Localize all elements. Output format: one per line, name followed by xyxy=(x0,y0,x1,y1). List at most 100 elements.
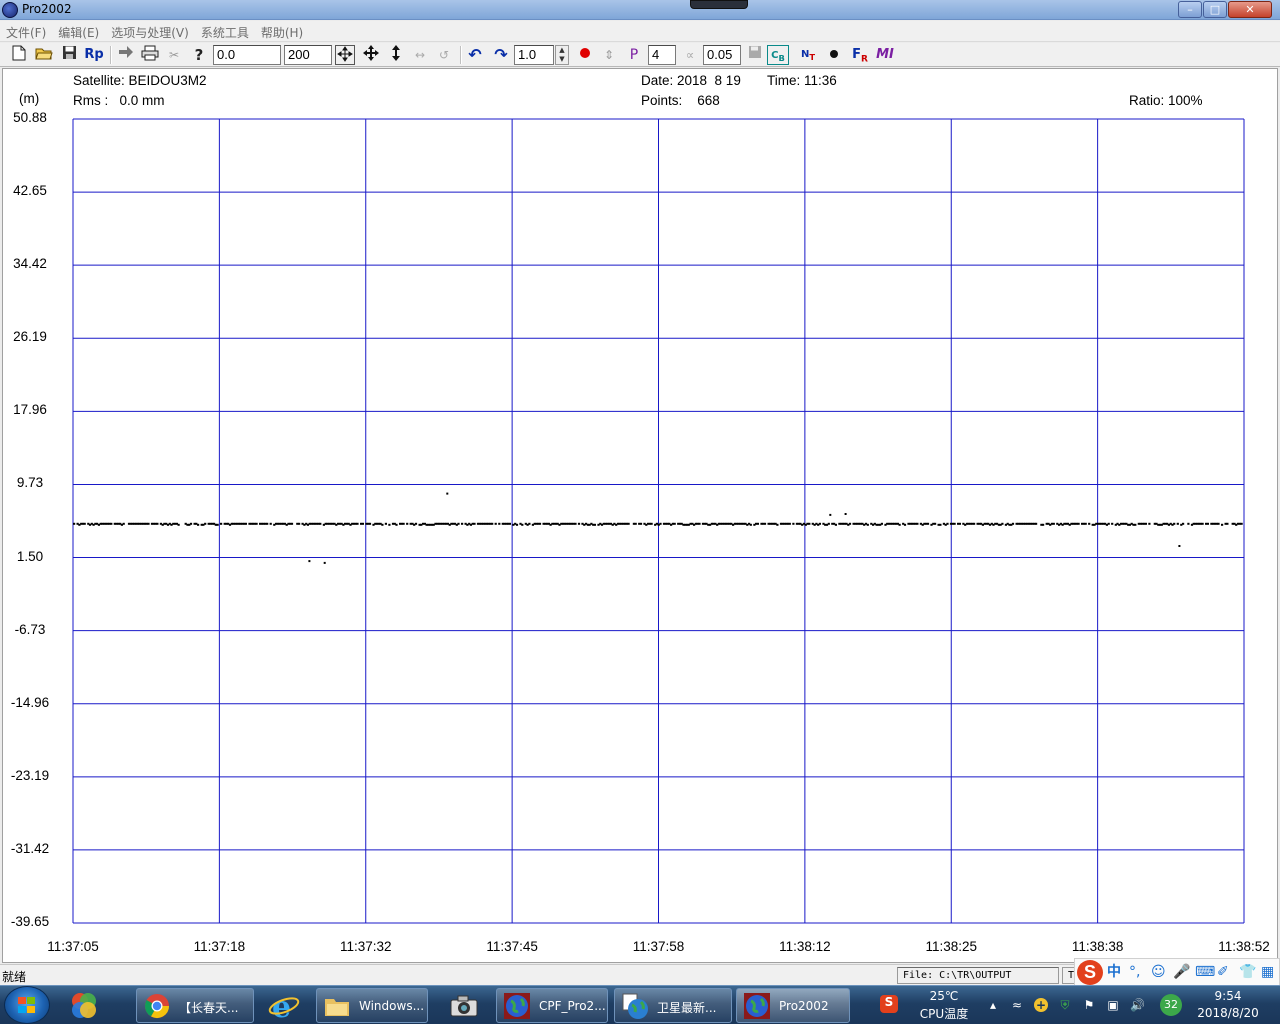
start-value-input[interactable]: 0.0 xyxy=(213,45,281,65)
sigma-input[interactable]: 0.05 xyxy=(703,45,741,65)
network-sync-icon[interactable]: ≈ xyxy=(1010,998,1024,1012)
move-icon[interactable] xyxy=(360,45,382,65)
taskbar-explorer[interactable]: Windows... xyxy=(316,988,428,1023)
data-point xyxy=(1077,522,1080,525)
security-badge-icon[interactable]: 32 xyxy=(1160,994,1182,1016)
taskbar-cpf-pro[interactable]: CPF_Pro2... xyxy=(496,988,608,1023)
forward-arrow-icon[interactable] xyxy=(115,45,137,65)
redo-icon[interactable]: ↷ xyxy=(490,45,512,65)
clock-time[interactable]: 9:54 xyxy=(1192,989,1264,1003)
dot-icon[interactable] xyxy=(823,45,845,65)
span-value-input[interactable]: 200 xyxy=(284,45,332,65)
mi-icon[interactable]: MI xyxy=(874,45,896,65)
open-folder-icon[interactable] xyxy=(33,45,55,65)
chart-grid xyxy=(72,118,1245,924)
scale-value-input[interactable]: 1.0 xyxy=(514,45,554,65)
sigma-icon[interactable]: ∝ xyxy=(679,45,701,65)
taskbar-label: 卫星最新... xyxy=(657,1001,717,1015)
data-point xyxy=(973,522,976,525)
ime-tools-icon[interactable]: ✐ xyxy=(1217,964,1229,980)
add-plus-icon[interactable]: + xyxy=(1034,998,1048,1012)
data-point xyxy=(926,522,930,525)
camera-app-icon[interactable] xyxy=(444,988,484,1023)
menu-options[interactable]: 选项与处理(V) xyxy=(105,21,195,41)
rotate-icon[interactable]: ↺ xyxy=(433,45,455,65)
residual-chart[interactable] xyxy=(3,69,1277,962)
taskbar-satellite[interactable]: 卫星最新... xyxy=(614,988,732,1023)
fit-all-icon[interactable] xyxy=(335,45,355,65)
vertical-arrows-icon[interactable]: ⇕ xyxy=(598,45,620,65)
menu-tools[interactable]: 系统工具 xyxy=(195,21,255,41)
data-point xyxy=(381,523,384,526)
volume-icon[interactable]: 🔊 xyxy=(1130,998,1145,1012)
undo-icon[interactable]: ↶ xyxy=(464,45,486,65)
rp-icon[interactable]: Rp xyxy=(82,45,106,65)
ime-chinese-mode[interactable]: 中 xyxy=(1107,964,1121,980)
sogou-logo-icon[interactable]: S xyxy=(1077,960,1103,985)
flag-icon[interactable]: ⚑ xyxy=(1082,998,1096,1012)
data-point xyxy=(898,523,901,526)
minimize-button[interactable]: – xyxy=(1178,1,1202,18)
menu-help[interactable]: 帮助(H) xyxy=(255,21,309,41)
cb-icon[interactable]: CB xyxy=(767,45,789,65)
globe-doc-icon xyxy=(621,992,649,1020)
save-icon[interactable] xyxy=(58,45,80,65)
menu-edit[interactable]: 编辑(E) xyxy=(52,21,105,41)
data-point-outlier xyxy=(844,513,847,515)
taskbar-pro2002[interactable]: Pro2002 xyxy=(736,988,850,1023)
app-globe-icon[interactable] xyxy=(2,2,18,18)
red-dot-icon[interactable] xyxy=(574,45,596,65)
data-point xyxy=(1035,522,1038,525)
poly-order-input[interactable]: 4 xyxy=(648,45,676,65)
internet-explorer-icon[interactable]: e xyxy=(264,988,304,1024)
new-file-icon[interactable] xyxy=(8,45,30,65)
pinned-app-icon[interactable] xyxy=(64,988,104,1023)
data-point xyxy=(197,523,200,526)
horizontal-resize-icon[interactable]: ↔ xyxy=(409,45,431,65)
data-point xyxy=(204,522,207,525)
data-point-outlier xyxy=(308,560,311,563)
ime-grid-icon[interactable]: ▦ xyxy=(1261,964,1274,980)
start-button[interactable] xyxy=(4,986,50,1024)
data-point xyxy=(1134,523,1137,526)
ime-toolbar[interactable]: S 中 °, ☺ 🎤 ⌨ ✐ 👕 ▦ xyxy=(1074,958,1280,986)
data-point xyxy=(189,522,193,525)
data-point xyxy=(1187,522,1190,525)
ime-keyboard-icon[interactable]: ⌨ xyxy=(1195,964,1215,980)
vertical-resize-icon[interactable] xyxy=(385,45,407,65)
scissors-icon[interactable]: ✂ xyxy=(163,45,185,65)
sogou-tray-icon[interactable]: S xyxy=(880,995,898,1013)
network-icon[interactable]: ▣ xyxy=(1106,998,1120,1012)
help-icon[interactable]: ? xyxy=(188,45,210,65)
data-point-outlier xyxy=(1178,545,1181,547)
maximize-button[interactable]: □ xyxy=(1203,1,1227,18)
data-point xyxy=(498,522,501,525)
taskbar-label: 【长春天... xyxy=(179,1001,239,1015)
nt-icon[interactable]: NT xyxy=(797,45,819,65)
title-bar[interactable]: Pro2002 – □ ✕ xyxy=(0,0,1280,20)
data-point xyxy=(244,522,247,525)
close-button[interactable]: ✕ xyxy=(1228,1,1272,18)
ime-emoji-icon[interactable]: ☺ xyxy=(1151,964,1166,980)
data-point-outlier xyxy=(323,561,326,564)
ime-punctuation-icon[interactable]: °, xyxy=(1129,964,1140,980)
shield-icon[interactable]: ⛨ xyxy=(1058,998,1072,1012)
ime-mic-icon[interactable]: 🎤 xyxy=(1173,964,1190,980)
camera-notch xyxy=(690,0,748,9)
chrome-icon xyxy=(143,992,171,1020)
taskbar-chrome[interactable]: 【长春天... xyxy=(136,988,254,1023)
toolbar-separator xyxy=(110,46,112,64)
ime-skin-icon[interactable]: 👕 xyxy=(1239,964,1256,980)
print-icon[interactable] xyxy=(139,45,161,65)
fr-icon[interactable]: FR xyxy=(849,45,871,65)
show-hidden-icons-icon[interactable]: ▴ xyxy=(986,998,1000,1012)
data-point xyxy=(177,523,180,526)
save-gray-icon[interactable] xyxy=(744,45,766,65)
window-title: Pro2002 xyxy=(22,2,72,16)
menu-file[interactable]: 文件(F) xyxy=(0,21,52,41)
data-point xyxy=(1201,522,1204,525)
polynomial-icon[interactable]: P xyxy=(623,45,645,65)
scale-spinner[interactable]: ▲ ▼ xyxy=(555,45,569,65)
globe-icon xyxy=(743,992,771,1020)
clock-date[interactable]: 2018/8/20 xyxy=(1192,1006,1264,1020)
